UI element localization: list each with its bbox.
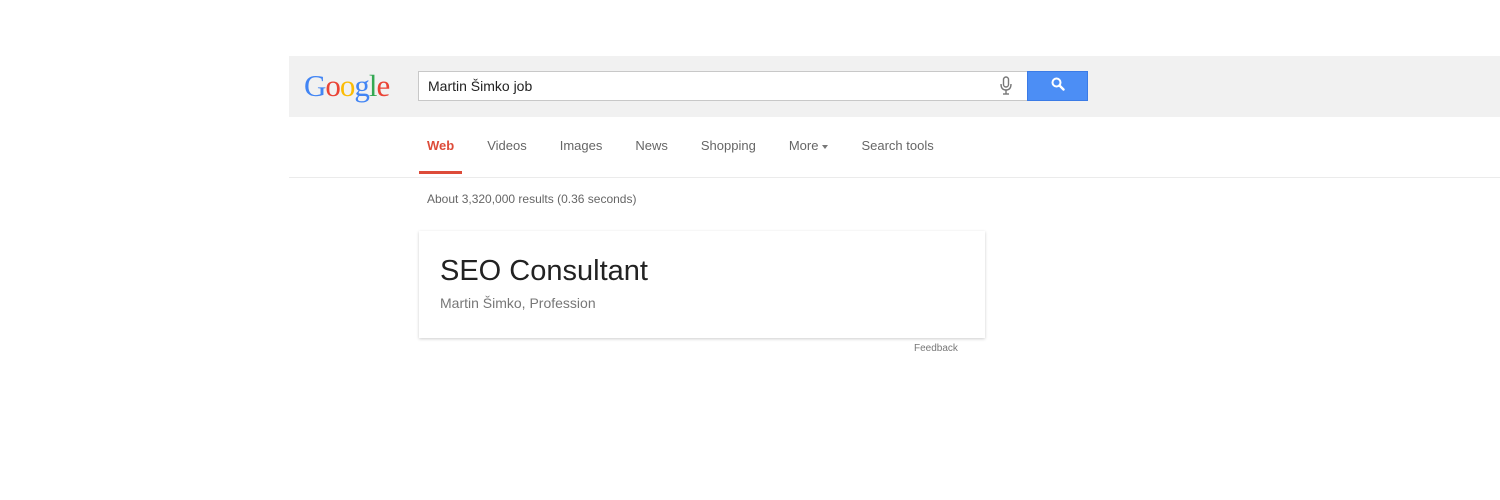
tab-more[interactable]: More	[789, 137, 829, 155]
answer-title: SEO Consultant	[440, 255, 648, 287]
answer-subtitle: Martin Šimko, Profession	[440, 295, 596, 311]
google-logo[interactable]: Google	[304, 66, 391, 106]
tab-videos[interactable]: Videos	[487, 137, 527, 155]
feedback-link[interactable]: Feedback	[914, 343, 958, 354]
logo-letter: l	[368, 68, 378, 103]
search-icon	[1051, 77, 1065, 96]
search-box	[418, 71, 1028, 101]
logo-letter: o	[339, 68, 355, 103]
tab-more-label: More	[788, 138, 819, 153]
search-tabs: Web Videos Images News Shopping More Sea…	[418, 137, 967, 177]
result-stats: About 3,320,000 results (0.36 seconds)	[427, 192, 637, 206]
microphone-icon[interactable]	[995, 73, 1017, 99]
tab-images[interactable]: Images	[560, 137, 603, 155]
chevron-down-icon	[822, 144, 829, 149]
search-input[interactable]	[419, 73, 995, 99]
tab-news[interactable]: News	[635, 137, 668, 155]
logo-letter: o	[325, 68, 340, 103]
logo-letter: e	[376, 68, 391, 103]
header-divider	[289, 177, 1500, 178]
tab-search-tools[interactable]: Search tools	[861, 137, 933, 155]
answer-card: SEO Consultant Martin Šimko, Profession	[419, 231, 985, 338]
logo-letter: G	[304, 68, 326, 103]
tab-shopping[interactable]: Shopping	[701, 137, 756, 155]
logo-letter: g	[354, 68, 369, 103]
tab-web[interactable]: Web	[418, 137, 463, 174]
search-button[interactable]	[1027, 71, 1088, 101]
